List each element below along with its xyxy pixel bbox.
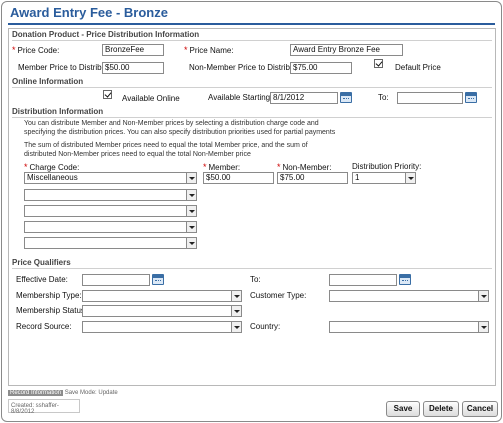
country-label: Country: bbox=[250, 322, 281, 331]
section-divider bbox=[12, 87, 492, 88]
charge-code-select[interactable] bbox=[24, 189, 197, 201]
calendar-icon[interactable] bbox=[465, 92, 477, 103]
required-marker: * bbox=[203, 162, 207, 172]
page-title: Award Entry Fee - Bronze bbox=[10, 5, 168, 20]
chevron-down-icon[interactable] bbox=[186, 222, 196, 232]
title-divider bbox=[8, 23, 495, 25]
form-panel: Donation Product - Price Distribution In… bbox=[8, 28, 496, 386]
available-starting-field[interactable]: 8/1/2012 bbox=[270, 92, 338, 104]
charge-code-select[interactable] bbox=[24, 237, 197, 249]
default-price-label: Default Price bbox=[395, 63, 441, 72]
section-online: Online Information bbox=[12, 77, 84, 86]
section-divider bbox=[12, 40, 492, 41]
default-price-checkbox[interactable] bbox=[374, 59, 383, 68]
available-online-label: Available Online bbox=[122, 94, 180, 103]
section-donation: Donation Product - Price Distribution In… bbox=[12, 30, 200, 39]
section-divider bbox=[12, 268, 492, 269]
dialog-window: Award Entry Fee - Bronze Donation Produc… bbox=[1, 1, 502, 422]
price-code-label: * Price Code: bbox=[12, 45, 60, 55]
membership-status-select[interactable] bbox=[82, 305, 242, 317]
calendar-icon[interactable] bbox=[340, 92, 352, 103]
price-code-field[interactable]: BronzeFee bbox=[102, 44, 164, 56]
price-name-field[interactable]: Award Entry Bronze Fee bbox=[290, 44, 403, 56]
distribution-priority-label: Distribution Priority: bbox=[352, 162, 422, 171]
charge-code-select[interactable] bbox=[24, 205, 197, 217]
country-select[interactable] bbox=[329, 321, 489, 333]
distribution-priority-select[interactable]: 1 bbox=[352, 172, 416, 184]
available-to-field[interactable] bbox=[397, 92, 463, 104]
required-marker: * bbox=[12, 45, 16, 55]
record-source-label: Record Source: bbox=[16, 322, 72, 331]
chevron-down-icon[interactable] bbox=[186, 190, 196, 200]
customer-type-select[interactable] bbox=[329, 290, 489, 302]
effective-to-label: To: bbox=[250, 275, 261, 284]
available-to-label: To: bbox=[378, 93, 389, 102]
chevron-down-icon[interactable] bbox=[186, 206, 196, 216]
available-starting-label: Available Starting: bbox=[208, 93, 273, 102]
required-marker: * bbox=[24, 162, 28, 172]
charge-code-select[interactable]: Miscellaneous bbox=[24, 172, 197, 184]
member-price-field[interactable]: $50.00 bbox=[102, 62, 164, 74]
distribution-sum-note: The sum of distributed Member prices nee… bbox=[24, 142, 308, 158]
price-name-label: * Price Name: bbox=[184, 45, 234, 55]
nonmember-distribution-field[interactable]: $75.00 bbox=[277, 172, 348, 184]
save-button[interactable]: Save bbox=[386, 401, 420, 417]
membership-type-select[interactable] bbox=[82, 290, 242, 302]
membership-type-label: Membership Type: bbox=[16, 291, 82, 300]
available-online-checkbox[interactable] bbox=[103, 90, 112, 99]
membership-status-label: Membership Status: bbox=[16, 306, 88, 315]
chevron-down-icon[interactable] bbox=[478, 291, 488, 301]
chevron-down-icon[interactable] bbox=[405, 173, 415, 183]
chevron-down-icon[interactable] bbox=[231, 291, 241, 301]
member-distribution-field[interactable]: $50.00 bbox=[203, 172, 274, 184]
nonmember-price-label: Non-Member Price to Distribute: bbox=[189, 63, 304, 72]
record-info-tag[interactable]: Record Information bbox=[8, 390, 64, 396]
record-source-select[interactable] bbox=[82, 321, 242, 333]
section-distribution: Distribution Information bbox=[12, 107, 104, 116]
save-mode: Save Mode: Update bbox=[64, 390, 118, 396]
member-label: * Member: bbox=[203, 162, 241, 172]
nonmember-label: * Non-Member: bbox=[277, 162, 332, 172]
effective-to-field[interactable] bbox=[329, 274, 397, 286]
required-marker: * bbox=[184, 45, 188, 55]
chevron-down-icon[interactable] bbox=[231, 306, 241, 316]
chevron-down-icon[interactable] bbox=[231, 322, 241, 332]
delete-button[interactable]: Delete bbox=[423, 401, 459, 417]
chevron-down-icon[interactable] bbox=[186, 238, 196, 248]
cancel-button[interactable]: Cancel bbox=[462, 401, 498, 417]
section-divider bbox=[12, 117, 492, 118]
customer-type-label: Customer Type: bbox=[250, 291, 307, 300]
effective-date-field[interactable] bbox=[82, 274, 150, 286]
effective-date-label: Effective Date: bbox=[16, 275, 68, 284]
nonmember-price-field[interactable]: $75.00 bbox=[290, 62, 352, 74]
record-information: Record Information Save Mode: Update bbox=[8, 390, 118, 396]
charge-code-select[interactable] bbox=[24, 221, 197, 233]
charge-code-label: * Charge Code: bbox=[24, 162, 80, 172]
chevron-down-icon[interactable] bbox=[186, 173, 196, 183]
calendar-icon[interactable] bbox=[399, 274, 411, 285]
calendar-icon[interactable] bbox=[152, 274, 164, 285]
created-info: Created: sshaffer-8/8/2012 bbox=[8, 399, 80, 415]
chevron-down-icon[interactable] bbox=[478, 322, 488, 332]
distribution-note: You can distribute Member and Non-Member… bbox=[24, 120, 336, 136]
required-marker: * bbox=[277, 162, 281, 172]
section-qualifiers: Price Qualifiers bbox=[12, 258, 71, 267]
member-price-label: Member Price to Distribute: bbox=[18, 63, 115, 72]
